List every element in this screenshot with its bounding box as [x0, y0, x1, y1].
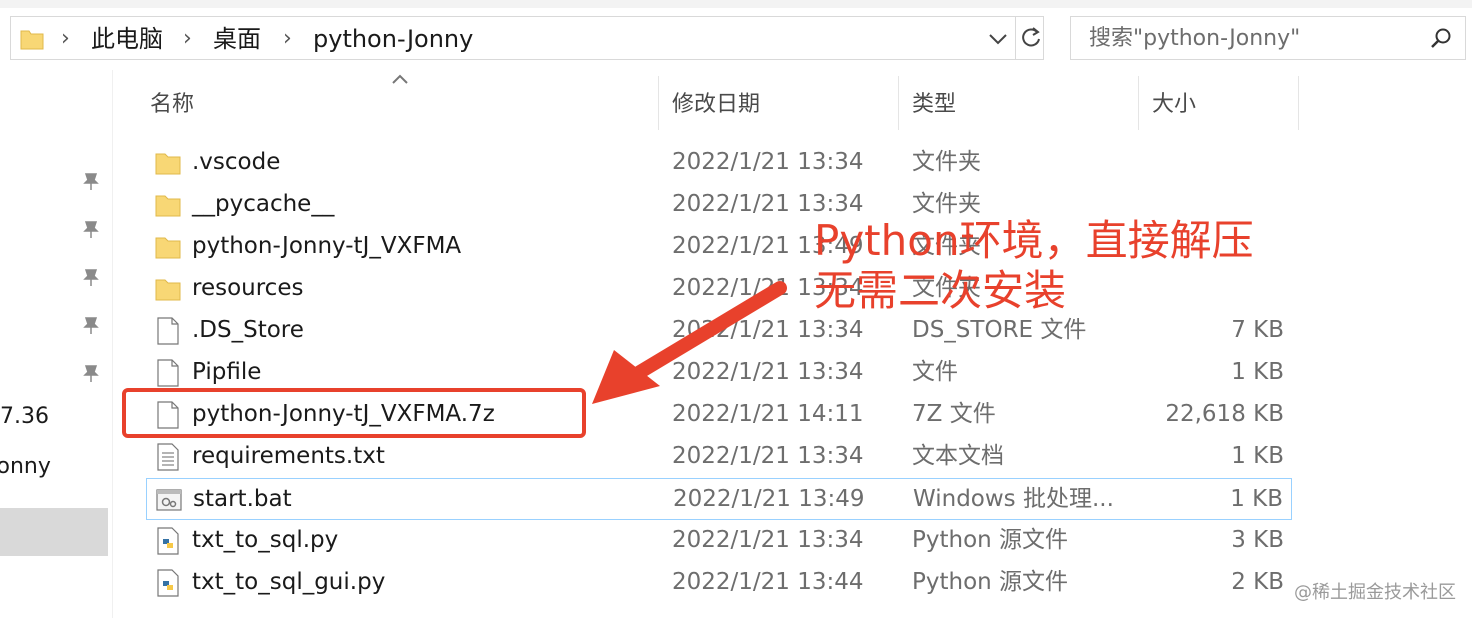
- chevron-right-icon: ›: [283, 26, 292, 51]
- file-date: 2022/1/21 13:34: [672, 191, 864, 217]
- pin-icon[interactable]: [80, 362, 102, 384]
- search-icon[interactable]: [1429, 27, 1453, 51]
- file-name: Pipfile: [192, 359, 262, 385]
- file-name: python-Jonny-tJ_VXFMA: [192, 233, 462, 259]
- file-name: .DS_Store: [192, 317, 304, 343]
- batch-file-icon: [156, 489, 182, 511]
- folder-icon: [155, 153, 181, 175]
- file-name: requirements.txt: [192, 443, 385, 469]
- file-row[interactable]: .DS_Store 2022/1/21 13:34 DS_STORE 文件 7 …: [146, 310, 1292, 352]
- file-row[interactable]: txt_to_sql.py 2022/1/21 13:34 Python 源文件…: [146, 520, 1292, 562]
- file-type: 文件夹: [912, 191, 981, 217]
- file-type: DS_STORE 文件: [912, 317, 1087, 343]
- file-date: 2022/1/21 13:34: [672, 443, 864, 469]
- file-type: 7Z 文件: [912, 401, 996, 427]
- address-bar[interactable]: › 此电脑 › 桌面 › python-Jonny: [10, 16, 1044, 60]
- annotation-text-line2: 无需二次安装: [814, 266, 1067, 315]
- column-divider[interactable]: [1298, 76, 1299, 130]
- pin-icon[interactable]: [80, 314, 102, 336]
- file-type: Python 源文件: [912, 569, 1069, 595]
- file-type: Windows 批处理...: [913, 486, 1114, 512]
- column-header-name[interactable]: 名称: [150, 86, 194, 118]
- file-row[interactable]: resources 2022/1/21 13:34 文件夹: [146, 268, 1292, 310]
- file-size: 7 KB: [1231, 317, 1284, 343]
- file-icon: [157, 359, 179, 387]
- breadcrumb-this-pc[interactable]: 此电脑: [91, 24, 163, 54]
- file-type: Python 源文件: [912, 527, 1069, 553]
- column-divider[interactable]: [898, 76, 899, 130]
- file-name: txt_to_sql.py: [192, 527, 339, 553]
- python-file-icon: [157, 527, 179, 555]
- file-type: 文件: [912, 359, 958, 385]
- annotation-highlight-box: [122, 388, 586, 438]
- file-date: 2022/1/21 13:49: [673, 486, 865, 512]
- file-date: 2022/1/21 13:34: [672, 149, 864, 175]
- file-name: __pycache__: [192, 191, 335, 217]
- column-divider[interactable]: [658, 76, 659, 130]
- navigation-pane[interactable]: 7.36 Jonny: [0, 70, 110, 618]
- refresh-button[interactable]: [1015, 17, 1046, 59]
- file-name: start.bat: [193, 486, 292, 512]
- window-top-strip: [0, 0, 1472, 8]
- column-header-size[interactable]: 大小: [1152, 86, 1196, 118]
- nav-item[interactable]: Jonny: [0, 454, 51, 479]
- column-header-date[interactable]: 修改日期: [672, 86, 760, 118]
- file-row[interactable]: .vscode 2022/1/21 13:34 文件夹: [146, 142, 1292, 184]
- file-date: 2022/1/21 13:34: [672, 317, 864, 343]
- file-type: 文本文档: [912, 443, 1004, 469]
- file-row[interactable]: txt_to_sql_gui.py 2022/1/21 13:44 Python…: [146, 562, 1292, 604]
- pin-icon[interactable]: [80, 266, 102, 288]
- pane-divider: [112, 70, 113, 618]
- file-size: 22,618 KB: [1165, 401, 1284, 427]
- file-size: 1 KB: [1230, 486, 1283, 512]
- search-input[interactable]: [1071, 17, 1429, 59]
- file-row-selected[interactable]: start.bat 2022/1/21 13:49 Windows 批处理...…: [146, 478, 1292, 520]
- python-file-icon: [157, 569, 179, 597]
- annotation-text-line1: Python环境，直接解压: [814, 216, 1254, 265]
- folder-icon: [155, 279, 181, 301]
- column-header-type[interactable]: 类型: [912, 86, 956, 118]
- file-type: 文件夹: [912, 149, 981, 175]
- chevron-right-icon: ›: [61, 26, 70, 51]
- chevron-down-icon[interactable]: [985, 26, 1011, 52]
- folder-icon: [155, 237, 181, 259]
- file-size: 1 KB: [1231, 359, 1284, 385]
- file-date: 2022/1/21 13:44: [672, 569, 864, 595]
- file-date: 2022/1/21 14:11: [672, 401, 864, 427]
- breadcrumb-desktop[interactable]: 桌面: [213, 24, 261, 54]
- text-file-icon: [157, 443, 179, 471]
- folder-icon: [20, 30, 44, 50]
- breadcrumb-current-folder[interactable]: python-Jonny: [313, 24, 473, 54]
- file-name: resources: [192, 275, 304, 301]
- file-date: 2022/1/21 13:34: [672, 359, 864, 385]
- file-size: 1 KB: [1231, 443, 1284, 469]
- file-icon: [157, 317, 179, 345]
- refresh-icon: [1022, 27, 1040, 47]
- file-size: 2 KB: [1231, 569, 1284, 595]
- file-size: 3 KB: [1231, 527, 1284, 553]
- sort-ascending-icon: [392, 74, 408, 84]
- nav-selected-item[interactable]: [0, 508, 108, 556]
- file-date: 2022/1/21 13:34: [672, 527, 864, 553]
- file-name: .vscode: [192, 149, 281, 175]
- watermark-text: @稀土掘金技术社区: [1294, 582, 1456, 603]
- file-row[interactable]: requirements.txt 2022/1/21 13:34 文本文档 1 …: [146, 436, 1292, 478]
- chevron-right-icon: ›: [183, 26, 192, 51]
- pin-icon[interactable]: [80, 218, 102, 240]
- file-name: txt_to_sql_gui.py: [192, 569, 386, 595]
- column-divider[interactable]: [1138, 76, 1139, 130]
- folder-icon: [155, 195, 181, 217]
- pin-icon[interactable]: [80, 170, 102, 192]
- nav-item[interactable]: 7.36: [0, 404, 49, 429]
- search-box[interactable]: [1070, 16, 1466, 60]
